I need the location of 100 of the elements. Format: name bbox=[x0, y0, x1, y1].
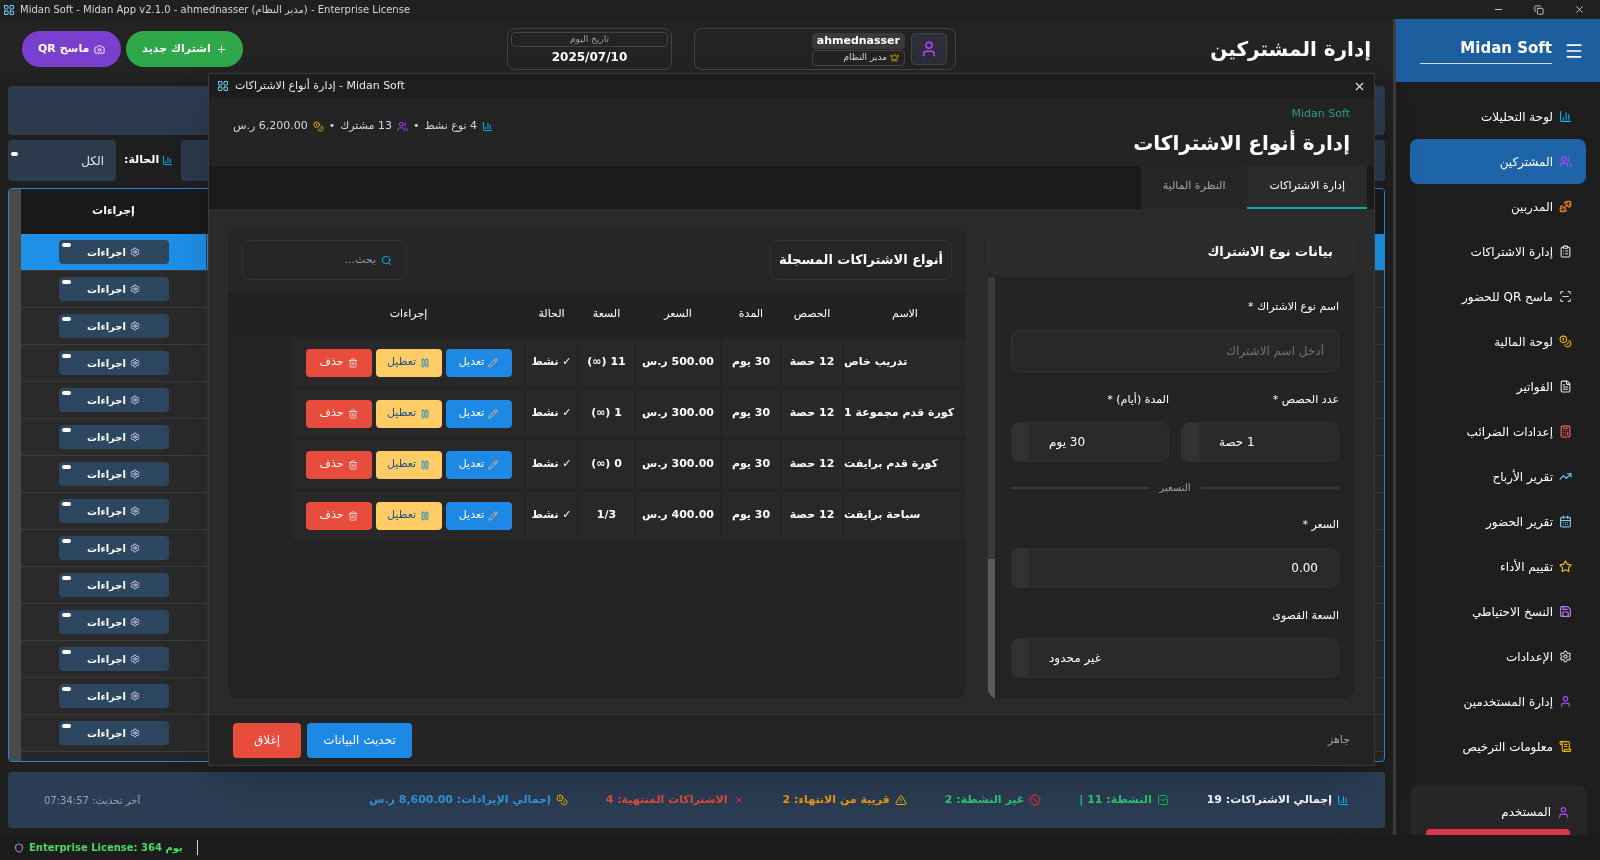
column-header: الحصص bbox=[792, 306, 832, 323]
dropdown-indicator-icon bbox=[61, 613, 71, 617]
duration-field[interactable]: 30 يوم bbox=[1011, 422, 1169, 462]
license-status: Enterprise License: 364 يوم bbox=[0, 840, 198, 855]
sidebar-item[interactable]: إعدادات الضرائب bbox=[1410, 409, 1586, 454]
edit-button[interactable]: تعديل bbox=[445, 348, 512, 377]
summary-stat: غير النشطة: 2 bbox=[944, 791, 1025, 808]
delete-button[interactable]: حذف bbox=[305, 450, 372, 479]
actions-button[interactable]: اجراءات bbox=[58, 240, 169, 264]
summary-stat: النشطة: 11 | bbox=[1079, 791, 1152, 808]
sidebar-item[interactable]: ماسح QR للحضور bbox=[1410, 274, 1586, 319]
table-cell: كورة قدم مجموعة 1 bbox=[844, 389, 966, 438]
chart-icon bbox=[1337, 794, 1349, 806]
user-role: مدير النظام bbox=[811, 50, 905, 66]
dropdown-indicator-icon bbox=[11, 152, 18, 156]
gear-icon bbox=[129, 247, 140, 257]
delete-button[interactable]: حذف bbox=[305, 348, 372, 377]
calculator-icon bbox=[1559, 425, 1572, 438]
table-cell: 1 (∞) bbox=[579, 389, 634, 438]
tab[interactable]: النظرة المالية bbox=[1140, 166, 1248, 209]
actions-button[interactable]: اجراءات bbox=[58, 536, 169, 560]
refresh-button[interactable]: تحديث البيانات bbox=[307, 722, 412, 758]
disable-button[interactable]: تعطيل bbox=[375, 450, 442, 479]
disable-button[interactable]: تعطيل bbox=[375, 399, 442, 428]
sidebar-item[interactable]: تقرير الحضور bbox=[1410, 499, 1586, 544]
disable-button[interactable]: تعطيل bbox=[375, 348, 442, 377]
actions-button[interactable]: اجراءات bbox=[58, 388, 169, 412]
edit-button[interactable]: تعديل bbox=[445, 450, 512, 479]
delete-button[interactable]: حذف bbox=[305, 501, 372, 530]
sidebar-item[interactable]: تقرير الأرباح bbox=[1410, 454, 1586, 499]
status-dropdown[interactable]: الكل bbox=[8, 140, 116, 181]
sidebar-item[interactable]: تقييم الأداء bbox=[1410, 544, 1586, 589]
dropdown-indicator-icon bbox=[61, 317, 71, 321]
column-header: المدة bbox=[737, 306, 765, 323]
actions-button[interactable]: اجراءات bbox=[58, 277, 169, 301]
sessions-field[interactable]: 1 حصة bbox=[1181, 422, 1339, 462]
actions-button[interactable]: اجراءات bbox=[58, 462, 169, 486]
actions-button[interactable]: اجراءات bbox=[58, 573, 169, 597]
close-button[interactable]: إغلاق bbox=[233, 722, 301, 758]
actions-button[interactable]: اجراءات bbox=[58, 647, 169, 671]
tab[interactable]: إدارة الاشتراكات bbox=[1247, 166, 1367, 209]
user-card-label: المستخدم bbox=[1501, 804, 1551, 821]
sidebar-item[interactable]: الإعدادات bbox=[1410, 634, 1586, 679]
form-title: بيانات نوع الاشتراك bbox=[1207, 243, 1333, 262]
actions-button[interactable]: اجراءات bbox=[58, 425, 169, 449]
disable-button[interactable]: تعطيل bbox=[375, 501, 442, 530]
dropdown-indicator-icon bbox=[61, 724, 71, 728]
price-field[interactable]: 0.00 bbox=[1011, 547, 1339, 588]
prohibited-icon bbox=[1029, 794, 1042, 806]
actions-button[interactable]: اجراءات bbox=[58, 721, 169, 745]
table-cell: 30 يوم bbox=[722, 440, 780, 489]
sidebar-item[interactable]: لوحة المالية bbox=[1410, 319, 1586, 364]
dropdown-indicator-icon bbox=[61, 465, 71, 469]
field-label: السعة القصوى bbox=[1271, 607, 1339, 624]
actions-button[interactable]: اجراءات bbox=[58, 314, 169, 338]
search-field[interactable]: بحث... bbox=[242, 240, 407, 280]
table-cell: 0 (∞) bbox=[579, 440, 634, 489]
dropdown-indicator-icon bbox=[61, 428, 71, 432]
date-value: 2025/07/10 bbox=[551, 49, 628, 67]
table-cell: 400.00 ر.س bbox=[636, 491, 720, 540]
actions-button[interactable]: اجراءات bbox=[58, 684, 169, 708]
close-icon[interactable] bbox=[1574, 4, 1585, 15]
sidebar-item[interactable]: إدارة المستخدمين bbox=[1410, 679, 1586, 724]
sidebar-item[interactable]: المدربين bbox=[1410, 184, 1586, 229]
table-cell: 1/3 bbox=[579, 491, 634, 540]
dialog-stat: 13 مشترك bbox=[340, 117, 392, 134]
table-cell: ✓ نشط bbox=[526, 491, 577, 540]
field-label: السعر * bbox=[1301, 517, 1339, 533]
sidebar-item[interactable]: الفواتير bbox=[1410, 364, 1586, 409]
calendar-icon bbox=[1559, 515, 1572, 528]
column-header: إجراءات bbox=[91, 203, 136, 220]
trash-icon bbox=[347, 357, 358, 368]
date-label: تاريخ اليوم bbox=[511, 31, 668, 48]
pause-icon bbox=[420, 408, 431, 419]
dropdown-indicator-icon bbox=[61, 539, 71, 543]
chart-icon bbox=[162, 155, 174, 166]
window-title: Midan Soft - Midan App v2.1.0 - ahmednasser (مدير النظام) - Enterprise License bbox=[20, 3, 411, 17]
sidebar-item[interactable]: معلومات الترخيص bbox=[1410, 724, 1586, 769]
sidebar-item[interactable]: النسخ الاحتياطي bbox=[1410, 589, 1586, 634]
last-updated: آخر تحديث: 07:34:57 bbox=[44, 793, 141, 808]
pencil-icon bbox=[488, 459, 499, 470]
delete-button[interactable]: حذف bbox=[305, 399, 372, 428]
actions-button[interactable]: اجراءات bbox=[58, 499, 169, 523]
actions-button[interactable]: اجراءات bbox=[58, 351, 169, 375]
camera-icon bbox=[94, 43, 106, 55]
sidebar-item[interactable]: المشتركين bbox=[1410, 139, 1586, 184]
plus-icon bbox=[215, 43, 227, 55]
capacity-field[interactable]: غير محدود bbox=[1011, 638, 1339, 678]
chart-icon bbox=[482, 120, 493, 132]
dropdown-indicator-icon bbox=[61, 576, 71, 580]
edit-button[interactable]: تعديل bbox=[445, 501, 512, 530]
table-cell: 11 (∞) bbox=[579, 338, 634, 387]
sidebar-item[interactable]: لوحة التحليلات bbox=[1410, 94, 1586, 139]
qr-scanner-button[interactable]: ماسح QR bbox=[22, 31, 122, 67]
edit-button[interactable]: تعديل bbox=[445, 399, 512, 428]
dialog-brand: Midan Soft bbox=[1291, 105, 1350, 122]
document-icon bbox=[1559, 380, 1572, 393]
restore-icon[interactable] bbox=[1534, 4, 1544, 15]
sidebar-item[interactable]: إدارة الاشتراكات bbox=[1410, 229, 1586, 274]
actions-button[interactable]: اجراءات bbox=[58, 610, 169, 634]
